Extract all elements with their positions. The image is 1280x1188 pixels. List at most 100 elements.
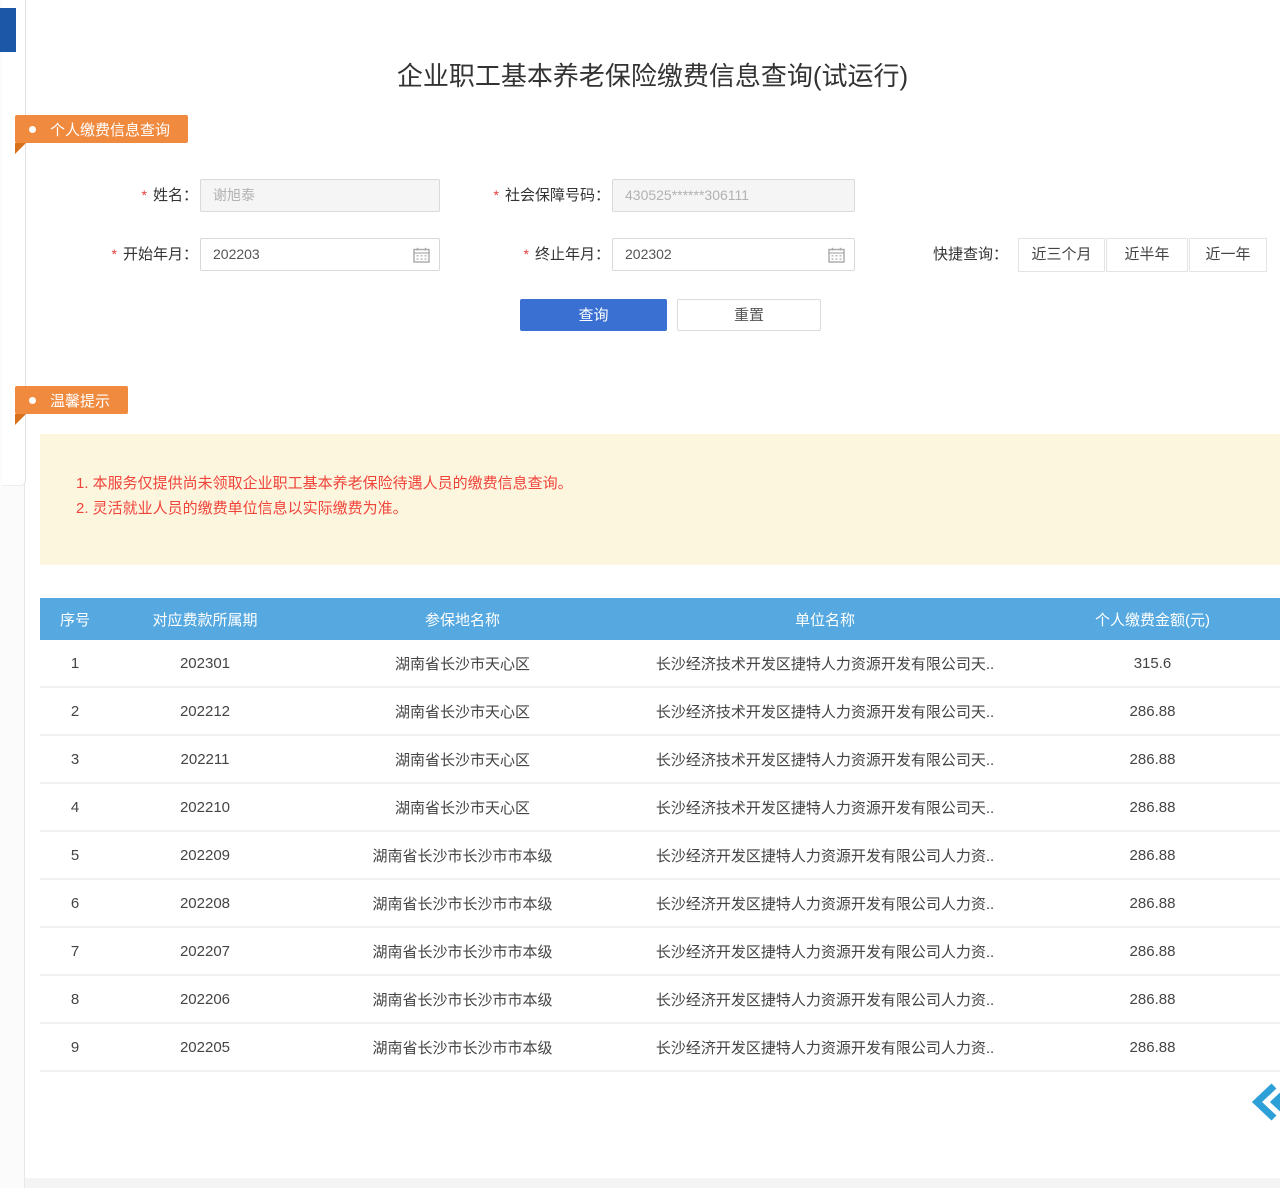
collapse-double-chevron-icon[interactable] [1252, 1082, 1280, 1122]
header-area: 参保地名称 [300, 609, 625, 630]
cell-company: 长沙经济开发区捷特人力资源开发有限公司人力资.. [625, 893, 1025, 914]
cell-area: 湖南省长沙市天心区 [300, 797, 625, 818]
cell-area: 湖南省长沙市长沙市市本级 [300, 941, 625, 962]
table-row: 5 202209 湖南省长沙市长沙市市本级 长沙经济开发区捷特人力资源开发有限公… [40, 832, 1280, 880]
cell-no: 9 [40, 1039, 110, 1056]
quick-query-half-year[interactable]: 近半年 [1106, 238, 1188, 272]
cell-amount: 286.88 [1025, 991, 1280, 1008]
bullet-dot-icon [29, 126, 36, 133]
cell-no: 7 [40, 943, 110, 960]
tips-panel: 1. 本服务仅提供尚未领取企业职工基本养老保险待遇人员的缴费信息查询。 2. 灵… [40, 434, 1280, 565]
cell-amount: 286.88 [1025, 799, 1280, 816]
cell-company: 长沙经济技术开发区捷特人力资源开发有限公司天.. [625, 797, 1025, 818]
cell-period: 202211 [110, 751, 300, 768]
results-table: 序号 对应费款所属期 参保地名称 单位名称 个人缴费金额(元) 1 202301… [40, 598, 1280, 1072]
table-row: 8 202206 湖南省长沙市长沙市市本级 长沙经济开发区捷特人力资源开发有限公… [40, 976, 1280, 1024]
cell-amount: 286.88 [1025, 847, 1280, 864]
cell-amount: 286.88 [1025, 751, 1280, 768]
cell-area: 湖南省长沙市长沙市市本级 [300, 1037, 625, 1058]
brand-blue-block [0, 8, 16, 52]
tips-badge-label: 温馨提示 [50, 390, 110, 411]
tip-line-2: 2. 灵活就业人员的缴费单位信息以实际缴费为准。 [76, 497, 408, 518]
cell-period: 202207 [110, 943, 300, 960]
query-button[interactable]: 查询 [520, 299, 667, 331]
table-header-row: 序号 对应费款所属期 参保地名称 单位名称 个人缴费金额(元) [40, 598, 1280, 640]
badge-fold-decoration [15, 414, 26, 425]
start-month-label: *开始年月： [60, 238, 198, 271]
cell-area: 湖南省长沙市天心区 [300, 653, 625, 674]
cell-period: 202301 [110, 655, 300, 672]
section-badge-tips: 温馨提示 [15, 386, 128, 414]
cell-company: 长沙经济开发区捷特人力资源开发有限公司人力资.. [625, 941, 1025, 962]
cell-period: 202206 [110, 991, 300, 1008]
cell-company: 长沙经济技术开发区捷特人力资源开发有限公司天.. [625, 749, 1025, 770]
cell-company: 长沙经济开发区捷特人力资源开发有限公司人力资.. [625, 1037, 1025, 1058]
required-asterisk: * [524, 246, 529, 262]
ssn-field[interactable]: 430525******306111 [612, 179, 855, 212]
cell-area: 湖南省长沙市天心区 [300, 701, 625, 722]
cell-no: 2 [40, 703, 110, 720]
cell-area: 湖南省长沙市长沙市市本级 [300, 845, 625, 866]
required-asterisk: * [142, 187, 147, 203]
quick-query-3-months[interactable]: 近三个月 [1018, 238, 1105, 272]
end-month-label: *终止年月： [430, 238, 610, 271]
header-period: 对应费款所属期 [110, 609, 300, 630]
name-label: *姓名： [60, 179, 198, 212]
ssn-value: 430525******306111 [625, 187, 749, 203]
start-month-value: 202203 [213, 246, 260, 262]
cell-no: 6 [40, 895, 110, 912]
table-row: 2 202212 湖南省长沙市天心区 长沙经济技术开发区捷特人力资源开发有限公司… [40, 688, 1280, 736]
calendar-icon[interactable] [828, 247, 845, 263]
table-row: 4 202210 湖南省长沙市天心区 长沙经济技术开发区捷特人力资源开发有限公司… [40, 784, 1280, 832]
cell-amount: 315.6 [1025, 655, 1280, 672]
cell-amount: 286.88 [1025, 1039, 1280, 1056]
cell-no: 4 [40, 799, 110, 816]
name-value: 谢旭泰 [213, 187, 255, 203]
cell-no: 1 [40, 655, 110, 672]
cell-company: 长沙经济技术开发区捷特人力资源开发有限公司天.. [625, 653, 1025, 674]
calendar-icon[interactable] [413, 247, 430, 263]
header-company: 单位名称 [625, 609, 1025, 630]
required-asterisk: * [494, 187, 499, 203]
start-month-field[interactable]: 202203 [200, 238, 440, 271]
cell-period: 202205 [110, 1039, 300, 1056]
badge-fold-decoration [15, 143, 26, 154]
page-title: 企业职工基本养老保险缴费信息查询(试运行) [25, 56, 1280, 93]
cell-amount: 286.88 [1025, 895, 1280, 912]
name-field[interactable]: 谢旭泰 [200, 179, 440, 212]
table-row: 6 202208 湖南省长沙市长沙市市本级 长沙经济开发区捷特人力资源开发有限公… [40, 880, 1280, 928]
footer-strip [25, 1178, 1280, 1188]
section-badge-label: 个人缴费信息查询 [50, 119, 170, 140]
cell-period: 202209 [110, 847, 300, 864]
required-asterisk: * [112, 246, 117, 262]
bullet-dot-icon [29, 397, 36, 404]
ssn-label: *社会保障号码： [430, 179, 610, 212]
cell-company: 长沙经济技术开发区捷特人力资源开发有限公司天.. [625, 701, 1025, 722]
cell-no: 5 [40, 847, 110, 864]
cell-period: 202210 [110, 799, 300, 816]
reset-button[interactable]: 重置 [677, 299, 821, 331]
cell-area: 湖南省长沙市天心区 [300, 749, 625, 770]
table-row: 3 202211 湖南省长沙市天心区 长沙经济技术开发区捷特人力资源开发有限公司… [40, 736, 1280, 784]
cell-period: 202212 [110, 703, 300, 720]
quick-query-label: 快捷查询： [933, 238, 1008, 272]
cell-area: 湖南省长沙市长沙市市本级 [300, 893, 625, 914]
page: 企业职工基本养老保险缴费信息查询(试运行) 个人缴费信息查询 *姓名： 谢旭泰 … [0, 0, 1280, 1188]
table-row: 7 202207 湖南省长沙市长沙市市本级 长沙经济开发区捷特人力资源开发有限公… [40, 928, 1280, 976]
cell-no: 8 [40, 991, 110, 1008]
end-month-value: 202302 [625, 246, 672, 262]
cell-amount: 286.88 [1025, 703, 1280, 720]
cell-company: 长沙经济开发区捷特人力资源开发有限公司人力资.. [625, 845, 1025, 866]
cell-company: 长沙经济开发区捷特人力资源开发有限公司人力资.. [625, 989, 1025, 1010]
cell-period: 202208 [110, 895, 300, 912]
header-amount: 个人缴费金额(元) [1025, 609, 1280, 630]
end-month-field[interactable]: 202302 [612, 238, 855, 271]
cell-amount: 286.88 [1025, 943, 1280, 960]
quick-query-one-year[interactable]: 近一年 [1189, 238, 1267, 272]
table-row: 1 202301 湖南省长沙市天心区 长沙经济技术开发区捷特人力资源开发有限公司… [40, 640, 1280, 688]
header-no: 序号 [40, 609, 110, 630]
cell-area: 湖南省长沙市长沙市市本级 [300, 989, 625, 1010]
section-badge-personal-query: 个人缴费信息查询 [15, 115, 188, 143]
table-row: 9 202205 湖南省长沙市长沙市市本级 长沙经济开发区捷特人力资源开发有限公… [40, 1024, 1280, 1072]
cell-no: 3 [40, 751, 110, 768]
